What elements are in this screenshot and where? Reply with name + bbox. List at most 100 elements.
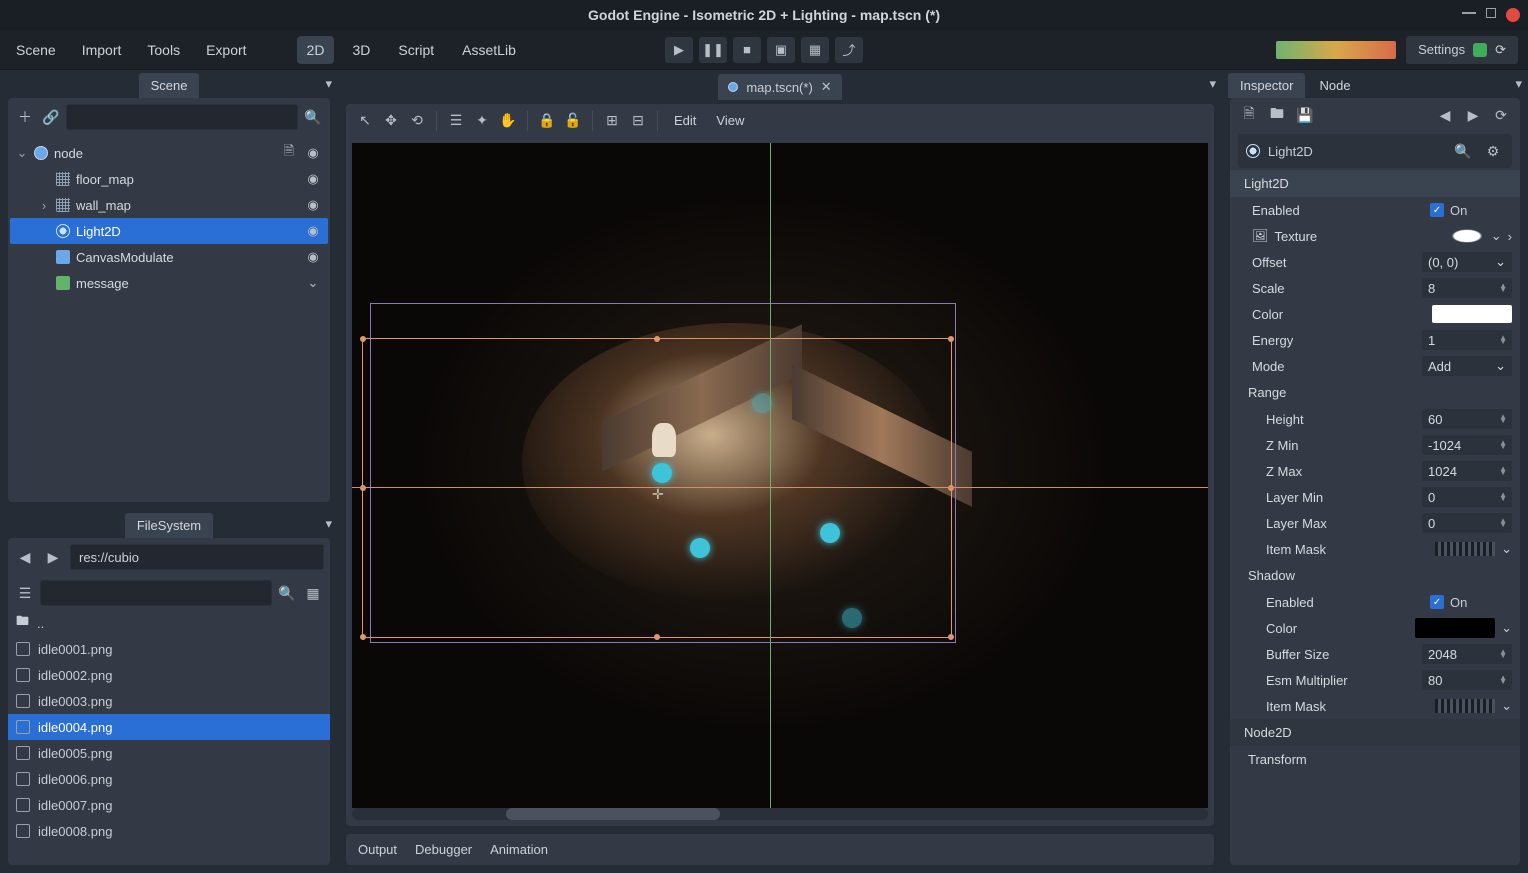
history-back-button[interactable]: ◀ [1434, 104, 1456, 126]
unlock-button[interactable]: 🔓 [562, 110, 584, 132]
visibility-toggle[interactable]: ◉ [304, 197, 322, 213]
visibility-toggle[interactable]: ◉ [304, 223, 322, 239]
prop-zmax[interactable]: Z Max1024▲▼ [1230, 458, 1520, 484]
list-tool[interactable]: ☰ [445, 110, 467, 132]
grid-mode-button[interactable]: ▦ [302, 582, 324, 604]
dock-options-icon[interactable]: ▾ [325, 516, 332, 532]
instance-scene-button[interactable]: 🔗 [40, 106, 62, 128]
rotate-tool[interactable]: ⟲ [406, 110, 428, 132]
section-light2d[interactable]: Light2D [1230, 170, 1520, 197]
tree-mode-button[interactable]: ☰ [14, 582, 36, 604]
prop-esm[interactable]: Esm Multiplier80▲▼ [1230, 667, 1520, 693]
move-tool[interactable]: ✥ [380, 110, 402, 132]
texture-preview[interactable] [1449, 228, 1485, 244]
prop-layermax[interactable]: Layer Max0▲▼ [1230, 510, 1520, 536]
close-icon[interactable] [1506, 8, 1520, 22]
prop-enabled[interactable]: Enabled ✓ On [1230, 197, 1520, 223]
file-row[interactable]: idle0001.png [8, 636, 330, 662]
section-transform[interactable]: Transform [1230, 746, 1520, 773]
pause-button[interactable]: ❚❚ [699, 37, 727, 63]
resize-handle[interactable] [654, 634, 660, 640]
visibility-toggle[interactable]: ◉ [304, 145, 322, 161]
spinner-icon[interactable]: ▲▼ [1499, 336, 1506, 344]
resize-handle[interactable] [948, 485, 954, 491]
resize-handle[interactable] [360, 336, 366, 342]
file-filter-input[interactable] [40, 580, 272, 606]
tree-item-wall-map[interactable]: › wall_map ◉ [10, 192, 328, 218]
file-row[interactable]: idle0006.png [8, 766, 330, 792]
prop-energy[interactable]: Energy 1▲▼ [1230, 327, 1520, 353]
prop-scale[interactable]: Scale 8▲▼ [1230, 275, 1520, 301]
gear-icon[interactable]: ⚙ [1482, 140, 1504, 162]
prop-offset[interactable]: Offset (0, 0)⌄ [1230, 249, 1520, 275]
resize-handle[interactable] [360, 634, 366, 640]
file-row[interactable]: idle0003.png [8, 688, 330, 714]
dock-options-icon[interactable]: ▾ [1209, 76, 1216, 92]
workspace-3d[interactable]: 3D [342, 36, 380, 64]
section-range[interactable]: Range [1230, 379, 1520, 406]
chevron-down-icon[interactable]: ⌄ [1491, 228, 1502, 244]
chevron-down-icon[interactable]: ⌄ [1501, 698, 1512, 714]
add-node-button[interactable]: ＋ [14, 106, 36, 128]
remote-debug-button[interactable]: ⤴ [835, 37, 863, 63]
chevron-down-icon[interactable]: ⌄ [1495, 358, 1506, 374]
workspace-2d[interactable]: 2D [297, 36, 335, 64]
prop-zmin[interactable]: Z Min-1024▲▼ [1230, 432, 1520, 458]
file-row[interactable]: idle0008.png [8, 818, 330, 844]
tree-root[interactable]: ⌄ node 🗎 ◉ [10, 140, 328, 166]
chevron-down-icon[interactable]: ⌄ [1495, 254, 1506, 270]
chevron-right-icon[interactable]: › [1508, 229, 1512, 244]
chevron-down-icon[interactable]: ⌄ [1501, 541, 1512, 557]
prop-shadow-itemmask[interactable]: Item Mask⌄ [1230, 693, 1520, 719]
nav-back-button[interactable]: ◀ [14, 546, 36, 568]
object-picker[interactable]: Light2D 🔍 ⚙ [1238, 134, 1512, 168]
save-resource-button[interactable]: 💾 [1294, 104, 1316, 126]
pan-tool[interactable]: ✋ [497, 110, 519, 132]
resize-handle[interactable] [948, 634, 954, 640]
horizontal-scrollbar[interactable] [352, 808, 1208, 820]
resize-handle[interactable] [948, 336, 954, 342]
visibility-toggle[interactable]: ◉ [304, 171, 322, 187]
spinner-icon[interactable]: ▲▼ [1499, 284, 1506, 292]
workspace-script[interactable]: Script [388, 36, 444, 64]
new-resource-button[interactable]: 🗎 [1238, 104, 1260, 126]
tab-filesystem[interactable]: FileSystem [125, 513, 213, 538]
select-tool[interactable]: ↖ [354, 110, 376, 132]
scrollbar-thumb[interactable] [506, 808, 720, 820]
scene-tab-map[interactable]: map.tscn(*) ✕ [718, 74, 841, 100]
prop-shadow-enabled[interactable]: Enabled ✓ On [1230, 589, 1520, 615]
tab-animation[interactable]: Animation [490, 842, 548, 857]
close-tab-icon[interactable]: ✕ [821, 79, 832, 95]
prop-buffer-size[interactable]: Buffer Size2048▲▼ [1230, 641, 1520, 667]
settings-button[interactable]: Settings ⟳ [1406, 36, 1518, 64]
script-icon[interactable]: 🗎 [280, 142, 298, 164]
section-shadow[interactable]: Shadow [1230, 562, 1520, 589]
prop-mode[interactable]: Mode Add⌄ [1230, 353, 1520, 379]
prop-height[interactable]: Height60▲▼ [1230, 406, 1520, 432]
search-icon[interactable]: 🔍 [276, 582, 298, 604]
menu-export[interactable]: Export [200, 36, 252, 64]
path-field[interactable]: res://cubio [70, 544, 324, 570]
resize-handle[interactable] [360, 485, 366, 491]
history-fwd-button[interactable]: ▶ [1462, 104, 1484, 126]
menu-scene[interactable]: Scene [10, 36, 62, 64]
nav-fwd-button[interactable]: ▶ [42, 546, 64, 568]
file-row-parent[interactable]: 🖿 .. [8, 610, 330, 636]
view-menu[interactable]: View [708, 109, 752, 132]
tab-node[interactable]: Node [1307, 73, 1362, 98]
menu-tools[interactable]: Tools [141, 36, 186, 64]
tab-inspector[interactable]: Inspector [1228, 73, 1305, 98]
tree-item-light2d[interactable]: Light2D ◉ [10, 218, 328, 244]
play-scene-button[interactable]: ▣ [767, 37, 795, 63]
stop-button[interactable]: ■ [733, 37, 761, 63]
edit-menu[interactable]: Edit [666, 109, 704, 132]
file-row[interactable]: idle0004.png [8, 714, 330, 740]
prop-color[interactable]: Color [1230, 301, 1520, 327]
prop-shadow-color[interactable]: Color⌄ [1230, 615, 1520, 641]
history-button[interactable]: ⟳ [1490, 104, 1512, 126]
file-row[interactable]: idle0002.png [8, 662, 330, 688]
open-resource-button[interactable]: 🖿 [1266, 104, 1288, 126]
tab-output[interactable]: Output [358, 842, 397, 857]
checkbox-icon[interactable]: ✓ [1430, 203, 1444, 217]
search-icon[interactable]: 🔍 [302, 106, 324, 128]
